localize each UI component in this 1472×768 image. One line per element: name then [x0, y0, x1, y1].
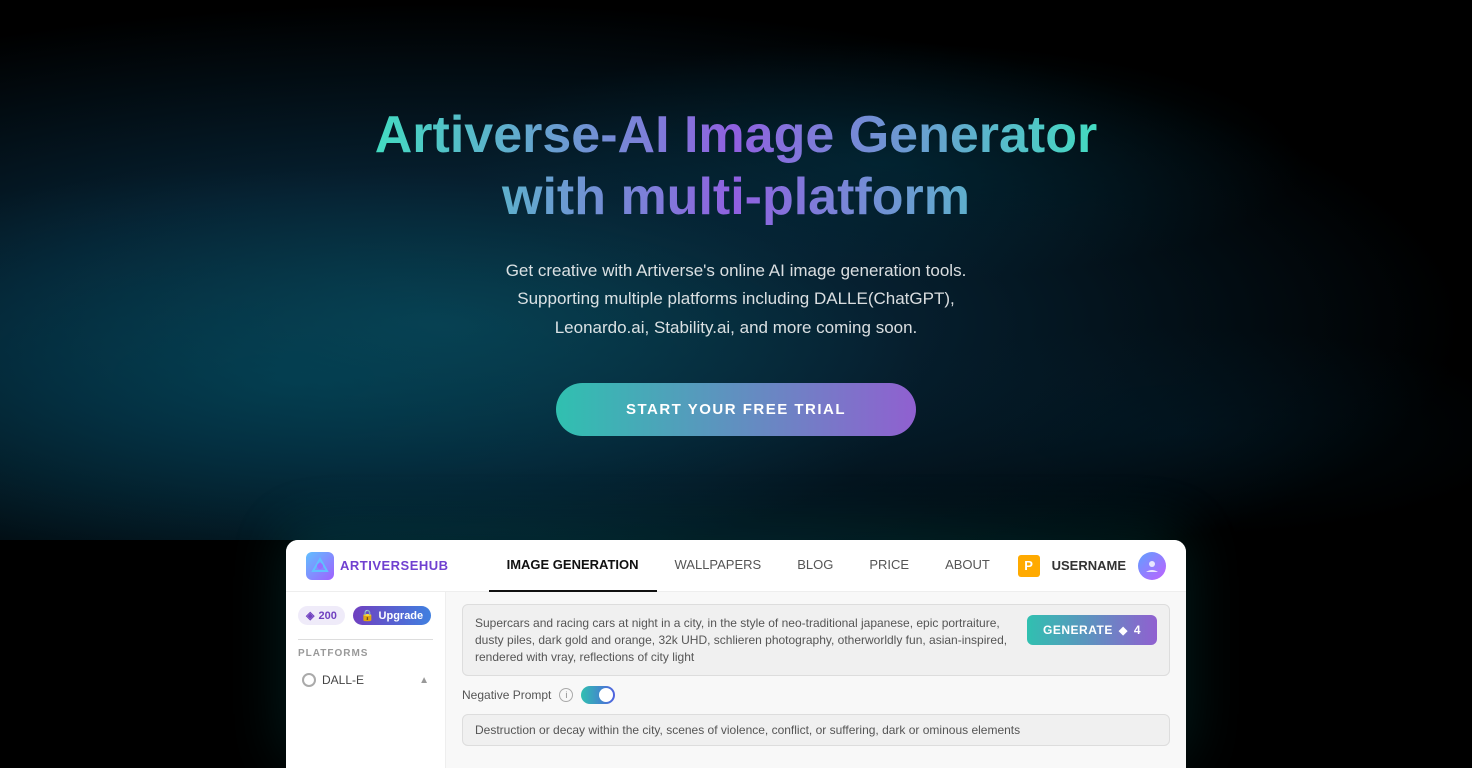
nav-items: IMAGE GENERATION WALLPAPERS BLOG PRICE A…	[489, 540, 1018, 592]
sidebar-credits-row: ◈ 200 🔒 Upgrade	[298, 606, 433, 625]
nav-item-image-generation[interactable]: IMAGE GENERATION	[489, 540, 657, 592]
app-window: ARTIVERSEHUB IMAGE GENERATION WALLPAPERS…	[286, 540, 1186, 768]
cta-button[interactable]: START YOUR FREE TRIAL	[556, 383, 916, 436]
upgrade-badge[interactable]: 🔒 Upgrade	[353, 606, 431, 625]
app-logo: ARTIVERSEHUB	[306, 552, 449, 580]
hero-title: Artiverse-AI Image Generator with multi-…	[361, 104, 1111, 229]
lock-icon: 🔒	[361, 609, 375, 622]
info-icon: i	[559, 688, 573, 702]
nav-item-blog[interactable]: BLOG	[779, 540, 851, 592]
credits-icon: ◈	[306, 609, 314, 622]
app-sidebar: ◈ 200 🔒 Upgrade PLATFORMS DALL-E ▲	[286, 592, 446, 768]
generate-button[interactable]: GENERATE ◆ 4	[1027, 615, 1157, 645]
hero-content: Artiverse-AI Image Generator with multi-…	[361, 104, 1111, 436]
negative-prompt-input: Destruction or decay within the city, sc…	[462, 714, 1170, 746]
app-nav: ARTIVERSEHUB IMAGE GENERATION WALLPAPERS…	[286, 540, 1186, 592]
app-main: Supercars and racing cars at night in a …	[446, 592, 1186, 768]
negative-prompt-row: Negative Prompt i	[462, 686, 1170, 704]
hero-subtitle: Get creative with Artiverse's online AI …	[361, 257, 1111, 344]
prompt-text[interactable]: Supercars and racing cars at night in a …	[475, 615, 1015, 665]
nav-item-about[interactable]: ABOUT	[927, 540, 1008, 592]
nav-right: P USERNAME	[1018, 552, 1166, 580]
prompt-area: Supercars and racing cars at night in a …	[462, 604, 1170, 676]
app-body: ◈ 200 🔒 Upgrade PLATFORMS DALL-E ▲	[286, 592, 1186, 768]
sidebar-divider	[298, 639, 433, 640]
negative-prompt-toggle[interactable]	[581, 686, 615, 704]
diamond-icon: ◆	[1119, 624, 1128, 637]
credits-badge: ◈ 200	[298, 606, 345, 625]
sidebar-item-dalle[interactable]: DALL-E ▲	[298, 667, 433, 693]
platform-name-dalle: DALL-E	[322, 673, 419, 687]
chevron-down-icon: ▲	[419, 675, 429, 686]
logo-text: ARTIVERSEHUB	[340, 558, 449, 573]
negative-prompt-label: Negative Prompt	[462, 688, 551, 702]
sidebar-platforms-label: PLATFORMS	[298, 648, 433, 659]
app-preview-section: ARTIVERSEHUB IMAGE GENERATION WALLPAPERS…	[0, 540, 1472, 768]
premium-icon: P	[1018, 555, 1040, 577]
nav-username: USERNAME	[1052, 558, 1126, 573]
hero-section: Artiverse-AI Image Generator with multi-…	[0, 0, 1472, 540]
nav-avatar[interactable]	[1138, 552, 1166, 580]
radio-dalle[interactable]	[302, 673, 316, 687]
nav-item-price[interactable]: PRICE	[851, 540, 927, 592]
nav-item-wallpapers[interactable]: WALLPAPERS	[657, 540, 780, 592]
logo-icon	[306, 552, 334, 580]
